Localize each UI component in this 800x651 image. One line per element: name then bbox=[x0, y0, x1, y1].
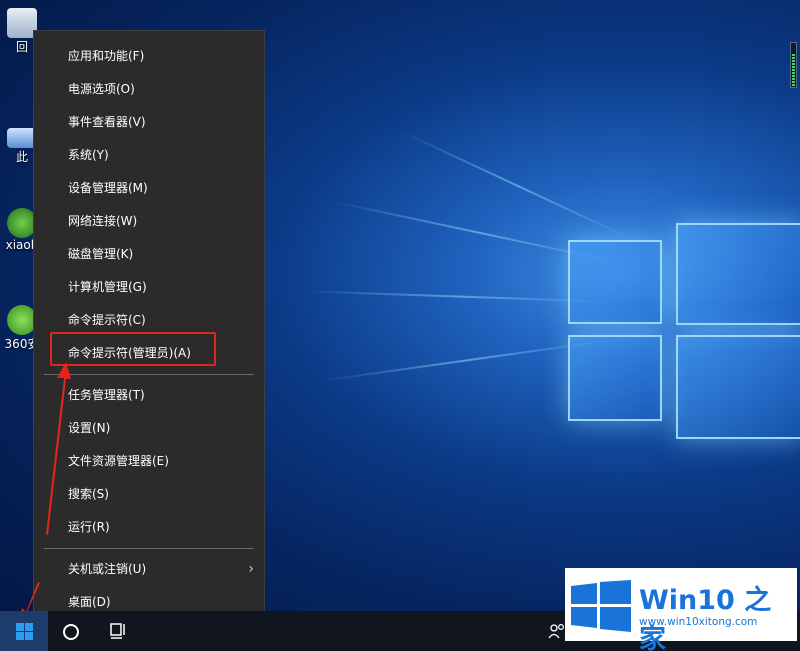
win10-logo-icon bbox=[571, 580, 631, 632]
chevron-right-icon: › bbox=[248, 561, 254, 577]
desktop-wallpaper: 回 此 xiaob 360安 应用和功能(F) 电源选项(O) 事件查看器(V)… bbox=[0, 0, 800, 651]
windows-start-icon bbox=[16, 623, 33, 640]
menu-item-label: 任务管理器(T) bbox=[68, 388, 145, 402]
menu-item-label: 桌面(D) bbox=[68, 595, 111, 609]
menu-item-label: 事件查看器(V) bbox=[68, 115, 146, 129]
menu-item-file-explorer[interactable]: 文件资源管理器(E) bbox=[34, 445, 264, 478]
wallpaper-windows-logo bbox=[560, 195, 800, 455]
menu-item-label: 命令提示符(C) bbox=[68, 313, 146, 327]
menu-item-label: 系统(Y) bbox=[68, 148, 109, 162]
site-watermark: Win10 之家 www.win10xitong.com bbox=[565, 568, 797, 651]
task-view-icon[interactable] bbox=[110, 623, 128, 639]
menu-item-label: 网络连接(W) bbox=[68, 214, 138, 228]
menu-item-event-viewer[interactable]: 事件查看器(V) bbox=[34, 106, 264, 139]
menu-item-label: 设置(N) bbox=[68, 421, 111, 435]
start-button[interactable] bbox=[0, 611, 48, 651]
menu-item-task-manager[interactable]: 任务管理器(T) bbox=[34, 379, 264, 412]
menu-item-power-options[interactable]: 电源选项(O) bbox=[34, 73, 264, 106]
menu-separator bbox=[44, 548, 254, 549]
menu-item-label: 搜索(S) bbox=[68, 487, 109, 501]
watermark-brand: Win10 之家 bbox=[639, 585, 772, 651]
menu-item-settings[interactable]: 设置(N) bbox=[34, 412, 264, 445]
menu-item-computer-management[interactable]: 计算机管理(G) bbox=[34, 271, 264, 304]
menu-item-network-connections[interactable]: 网络连接(W) bbox=[34, 205, 264, 238]
menu-item-system[interactable]: 系统(Y) bbox=[34, 139, 264, 172]
menu-item-label: 文件资源管理器(E) bbox=[68, 454, 169, 468]
menu-separator bbox=[44, 374, 254, 375]
annotation-highlight-box bbox=[50, 332, 216, 366]
winx-context-menu: 应用和功能(F) 电源选项(O) 事件查看器(V) 系统(Y) 设备管理器(M)… bbox=[33, 30, 265, 626]
menu-item-search[interactable]: 搜索(S) bbox=[34, 478, 264, 511]
menu-item-shutdown-signout[interactable]: 关机或注销(U) › bbox=[34, 553, 264, 586]
volume-level-meter bbox=[790, 42, 797, 88]
menu-item-label: 设备管理器(M) bbox=[68, 181, 148, 195]
menu-item-device-manager[interactable]: 设备管理器(M) bbox=[34, 172, 264, 205]
menu-item-label: 应用和功能(F) bbox=[68, 49, 145, 63]
menu-item-label: 电源选项(O) bbox=[68, 82, 135, 96]
menu-item-label: 计算机管理(G) bbox=[68, 280, 147, 294]
menu-item-label: 运行(R) bbox=[68, 520, 110, 534]
menu-item-run[interactable]: 运行(R) bbox=[34, 511, 264, 544]
cortana-search-icon[interactable] bbox=[63, 624, 79, 640]
menu-item-apps-features[interactable]: 应用和功能(F) bbox=[34, 40, 264, 73]
menu-item-label: 关机或注销(U) bbox=[68, 562, 147, 576]
people-icon[interactable] bbox=[548, 623, 566, 639]
watermark-url: www.win10xitong.com bbox=[639, 616, 758, 628]
menu-item-label: 磁盘管理(K) bbox=[68, 247, 134, 261]
menu-item-disk-management[interactable]: 磁盘管理(K) bbox=[34, 238, 264, 271]
